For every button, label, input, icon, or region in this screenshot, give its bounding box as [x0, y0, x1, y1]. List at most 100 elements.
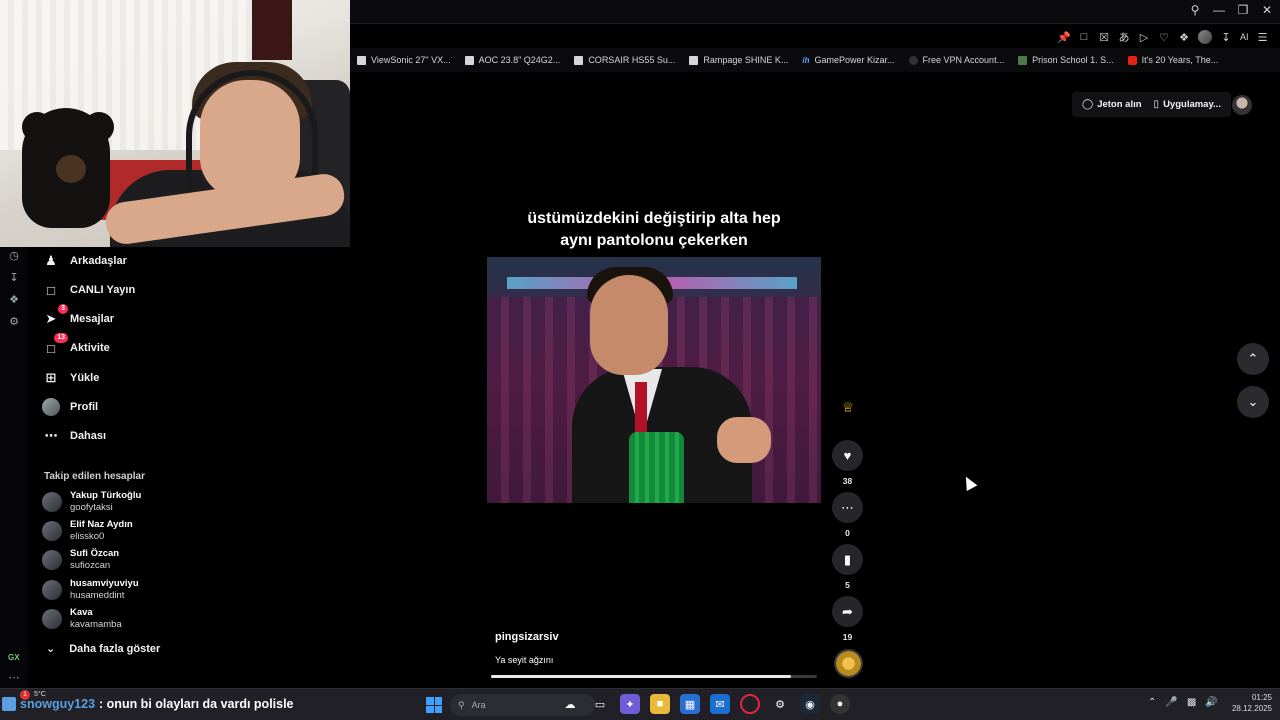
next-video-button[interactable]: ⌄ [1237, 386, 1269, 418]
copilot-icon[interactable]: ✦ [620, 694, 640, 714]
chevron-down-icon: ⌄ [1247, 394, 1259, 409]
bookmark-icon [357, 55, 366, 65]
bookmark-item[interactable]: It's 20 Years, The... [1121, 48, 1226, 72]
ai-button[interactable]: AI [1240, 31, 1249, 43]
download-icon[interactable]: ↧ [8, 271, 20, 284]
coin-icon: ◯ [1082, 99, 1094, 110]
previous-video-button[interactable]: ⌃ [1237, 343, 1269, 375]
phone-icon: ▯ [1153, 99, 1160, 110]
clock[interactable]: 01:25 28.12.2025 [1226, 692, 1272, 714]
sidebar-item-friends[interactable]: ♟ Arkadaşlar [42, 250, 127, 272]
play-icon[interactable]: ▷ [1138, 31, 1150, 44]
heart-icon: ♥ [843, 448, 852, 463]
screenshot-icon[interactable]: □ [1078, 31, 1090, 43]
following-account[interactable]: husamviyuviyu husameddint [42, 578, 139, 602]
activity-badge: 13 [54, 333, 68, 343]
translate-icon[interactable]: あ [1118, 31, 1130, 44]
profile-avatar-icon[interactable] [1198, 30, 1212, 44]
bookmark-item[interactable]: Rampage SHINE K... [682, 48, 795, 72]
sidebar-item-upload[interactable]: ⊞ Yükle [42, 367, 100, 389]
settings-icon[interactable]: ⚙ [8, 315, 20, 328]
outlook-icon[interactable]: ✉ [710, 694, 730, 714]
following-account[interactable]: Sufi Özcan sufiozcan [42, 548, 119, 572]
upload-icon: ⊞ [45, 370, 57, 385]
bookmark-item[interactable]: AOC 23.8" Q24G2... [458, 48, 568, 72]
restore-icon[interactable]: ❐ [1236, 3, 1250, 17]
extensions-icon[interactable]: ❖ [1178, 31, 1190, 44]
volume-icon[interactable]: 🔊 [1205, 697, 1217, 708]
avatar [42, 550, 62, 570]
get-app-button[interactable]: ▯ Uygulamay... [1154, 99, 1221, 110]
sidebar-item-messages[interactable]: ➤ 3 Mesajlar [42, 304, 114, 330]
shield-icon[interactable]: ☒ [1098, 31, 1110, 44]
messages-badge: 3 [58, 304, 68, 314]
close-icon[interactable]: ✕ [1260, 3, 1274, 17]
avatar [42, 609, 62, 629]
following-account[interactable]: Yakup Türkoğlu goofytaksi [42, 490, 141, 514]
video-progress-bar[interactable] [491, 675, 817, 678]
steam-icon[interactable]: ◉ [800, 694, 820, 714]
bookmark-item[interactable]: ViewSonic 27" VX... [350, 48, 458, 72]
menu-icon[interactable]: ☰ [1257, 31, 1269, 44]
show-more-button[interactable]: ⌄ Daha fazla göster [46, 642, 160, 656]
chevron-down-icon: ⌄ [46, 643, 56, 655]
history-icon[interactable]: ◷ [8, 249, 20, 262]
video-description: Ya seyit ağzını [495, 655, 554, 665]
task-view-icon[interactable]: ▭ [590, 694, 610, 714]
bookmark-item[interactable]: CORSAIR HS55 Su... [567, 48, 682, 72]
following-account[interactable]: Kava kavamamba [42, 607, 122, 631]
comment-count: 0 [845, 528, 850, 538]
music-disc-icon[interactable] [834, 649, 863, 678]
widget-icon[interactable]: ☁ [560, 694, 580, 714]
chevron-up-icon[interactable]: ⌃ [1148, 697, 1156, 708]
comment-button[interactable]: ⋯ [832, 492, 863, 523]
extensions-icon[interactable]: ❖ [8, 293, 20, 306]
sidebar-item-live[interactable]: □ CANLI Yayın [42, 279, 135, 301]
more-icon[interactable]: ⋯ [8, 671, 20, 684]
live-icon: □ [47, 282, 55, 298]
opera-gx-icon[interactable] [740, 694, 760, 714]
bookmark-item[interactable]: Prison School 1. S... [1011, 48, 1121, 72]
get-coins-button[interactable]: ◯ Jeton alın [1082, 99, 1142, 110]
video-caption: üstümüzdekini değiştirip alta hep aynı p… [527, 210, 781, 249]
store-icon[interactable]: ▦ [680, 694, 700, 714]
video-player[interactable] [487, 257, 821, 503]
minimize-icon[interactable]: — [1212, 3, 1226, 17]
video-author[interactable]: pingsizarsiv [495, 631, 559, 643]
pin-icon[interactable]: 📌 [1057, 31, 1071, 44]
start-button[interactable] [426, 697, 442, 713]
chat-user-icon [2, 697, 16, 711]
heart-icon[interactable]: ♡ [1158, 31, 1170, 44]
save-button[interactable]: ▮ [832, 544, 863, 575]
download-icon[interactable]: ↧ [1220, 31, 1232, 44]
mic-icon[interactable]: 🎤 [1165, 697, 1177, 708]
gx-label[interactable]: GX [8, 651, 20, 663]
webcam-overlay [0, 0, 350, 247]
share-button[interactable]: ➦ [832, 596, 863, 627]
share-count: 19 [842, 632, 853, 642]
bookmark-icon [689, 55, 699, 65]
creator-avatar-icon[interactable]: ♕ [836, 392, 860, 422]
following-account[interactable]: Elif Naz Aydın elissko0 [42, 519, 133, 543]
app-icon[interactable]: ● [830, 694, 850, 714]
monitor-icon[interactable]: ▩ [1187, 697, 1196, 708]
folder-icon[interactable]: ■ [650, 694, 670, 714]
bookmark-icon [574, 55, 584, 65]
activity-icon: □ 13 [42, 333, 68, 357]
sidebar-item-activity[interactable]: □ 13 Aktivite [42, 333, 110, 359]
bookmark-item[interactable]: Free VPN Account... [902, 48, 1012, 72]
search-icon[interactable]: ⚲ [1188, 3, 1202, 17]
avatar [42, 580, 62, 600]
messages-icon: ➤ 3 [42, 304, 68, 328]
sidebar-item-profile[interactable]: Profil [42, 396, 98, 418]
bookmark-item[interactable]: ih GamePower Kizar... [795, 48, 901, 72]
search-icon: ⚲ [458, 699, 465, 710]
bookmarks-bar: ViewSonic 27" VX... AOC 23.8" Q24G2... C… [350, 48, 1280, 72]
browser-side-rail: ◷ ↧ ❖ ⚙ GX ⋯ [0, 247, 28, 720]
site-icon [1018, 55, 1028, 65]
sidebar-item-more[interactable]: ⋯ Dahası [42, 425, 107, 447]
settings-icon[interactable]: ⚙ [770, 694, 790, 714]
avatar[interactable] [1232, 95, 1252, 115]
green-flag [629, 432, 684, 503]
like-button[interactable]: ♥ [832, 440, 863, 471]
